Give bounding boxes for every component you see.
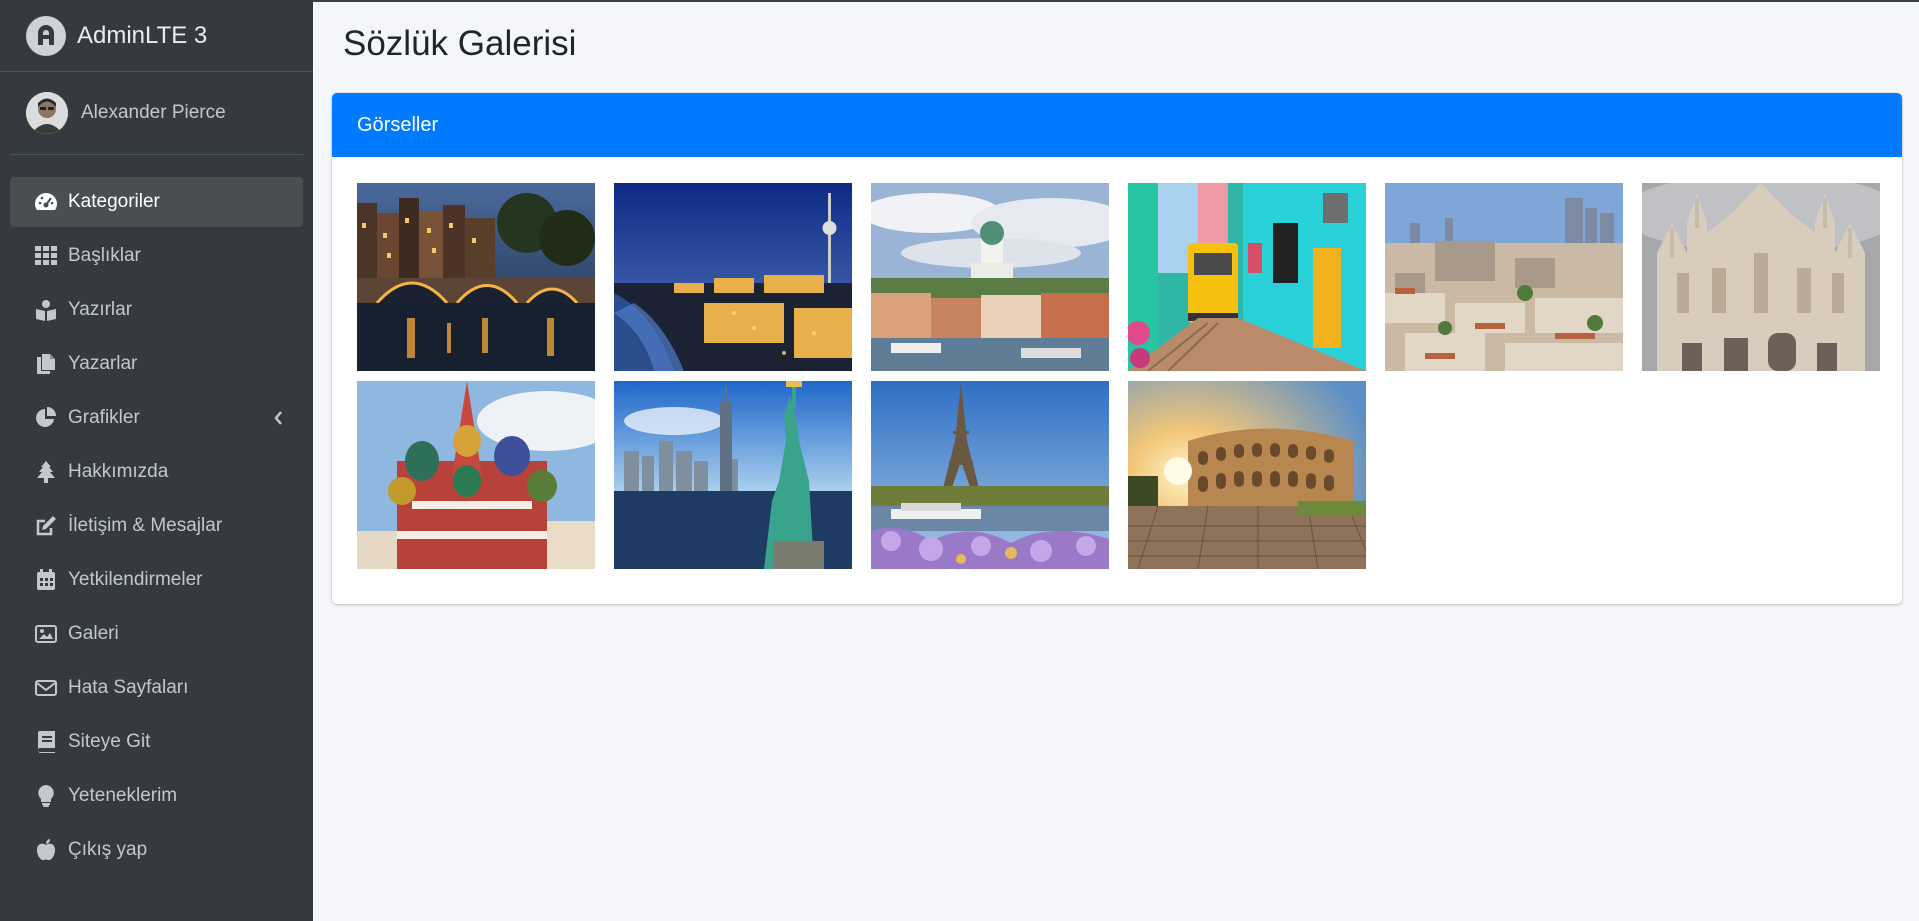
envelope-icon (34, 676, 58, 700)
nav-item-hakkimizda[interactable]: Hakkımızda (10, 447, 303, 497)
adminlte-logo-icon (26, 15, 66, 56)
book-reader-icon (34, 298, 58, 322)
gallery-image-paris[interactable] (871, 381, 1109, 569)
nav-item-galeri[interactable]: Galeri (10, 609, 303, 659)
chevron-left-icon[interactable] (273, 410, 283, 431)
gallery-image-new-york[interactable] (614, 381, 852, 569)
user-name: Alexander Pierce (81, 102, 226, 123)
nav-label: Yetkilendirmeler (68, 569, 203, 590)
user-avatar (26, 92, 68, 134)
nav-label: Hata Sayfaları (68, 677, 189, 698)
gallery-image-moscow[interactable] (357, 381, 595, 569)
gallery-image-helsinki[interactable] (871, 183, 1109, 371)
nav-item-yazarlar[interactable]: Yazarlar (10, 339, 303, 389)
gallery-image-rome[interactable] (1128, 381, 1366, 569)
gallery-image-berlin[interactable] (614, 183, 852, 371)
nav-item-hata-sayfalari[interactable]: Hata Sayfaları (10, 663, 303, 713)
pie-chart-icon (34, 406, 58, 430)
edit-icon (34, 514, 58, 538)
nav-label: Yeteneklerim (68, 785, 178, 806)
nav-item-yeteneklerim[interactable]: Yeteneklerim (10, 771, 303, 821)
nav-item-iletisim-mesajlar[interactable]: İletişim & Mesajlar (10, 501, 303, 551)
gallery-image-lisbon[interactable] (1128, 183, 1366, 371)
book-icon (34, 730, 58, 754)
nav-item-yetkilendirmeler[interactable]: Yetkilendirmeler (10, 555, 303, 605)
lightbulb-icon (34, 784, 58, 808)
gallery-image-amsterdam[interactable] (357, 183, 595, 371)
image-icon (34, 622, 58, 646)
nav-item-basliklar[interactable]: Başlıklar (10, 231, 303, 281)
nav-item-kategoriler[interactable]: Kategoriler (10, 177, 303, 227)
card-header: Görseller (332, 93, 1902, 157)
nav-label: Başlıklar (68, 245, 141, 266)
grid-icon (34, 244, 58, 268)
nav-label: Siteye Git (68, 731, 151, 752)
sidebar-nav: Kategoriler Başlıklar Yazırlar Yazarlar … (10, 177, 303, 879)
brand-link[interactable]: AdminLTE 3 (0, 0, 313, 72)
nav-item-yazirlar[interactable]: Yazırlar (10, 285, 303, 335)
copy-icon (34, 352, 58, 376)
nav-item-grafikler[interactable]: Grafikler (10, 393, 303, 443)
gallery-card: Görseller (332, 93, 1902, 604)
nav-item-siteye-git[interactable]: Siteye Git (10, 717, 303, 767)
apple-icon (34, 838, 58, 862)
nav-label: Hakkımızda (68, 461, 169, 482)
gallery-image-milan[interactable] (1642, 183, 1880, 371)
content-wrapper: Sözlük Galerisi Görseller (313, 0, 1919, 921)
nav-label: İletişim & Mesajlar (68, 515, 223, 536)
brand-text: AdminLTE 3 (77, 21, 208, 49)
nav-label: Grafikler (68, 407, 140, 428)
nav-label: Çıkış yap (68, 839, 148, 860)
nav-label: Yazarlar (68, 353, 138, 374)
nav-label: Galeri (68, 623, 119, 644)
tree-icon (34, 460, 58, 484)
user-panel[interactable]: Alexander Pierce (10, 72, 303, 155)
page-title: Sözlük Galerisi (343, 24, 577, 63)
nav-label: Yazırlar (68, 299, 133, 320)
tachometer-icon (34, 190, 58, 214)
nav-label: Kategoriler (68, 191, 160, 212)
calendar-icon (34, 568, 58, 592)
nav-item-cikis-yap[interactable]: Çıkış yap (10, 825, 303, 875)
sidebar: AdminLTE 3 Alexander Pierce Kategoriler (0, 0, 313, 921)
gallery-image-madrid[interactable] (1385, 183, 1623, 371)
